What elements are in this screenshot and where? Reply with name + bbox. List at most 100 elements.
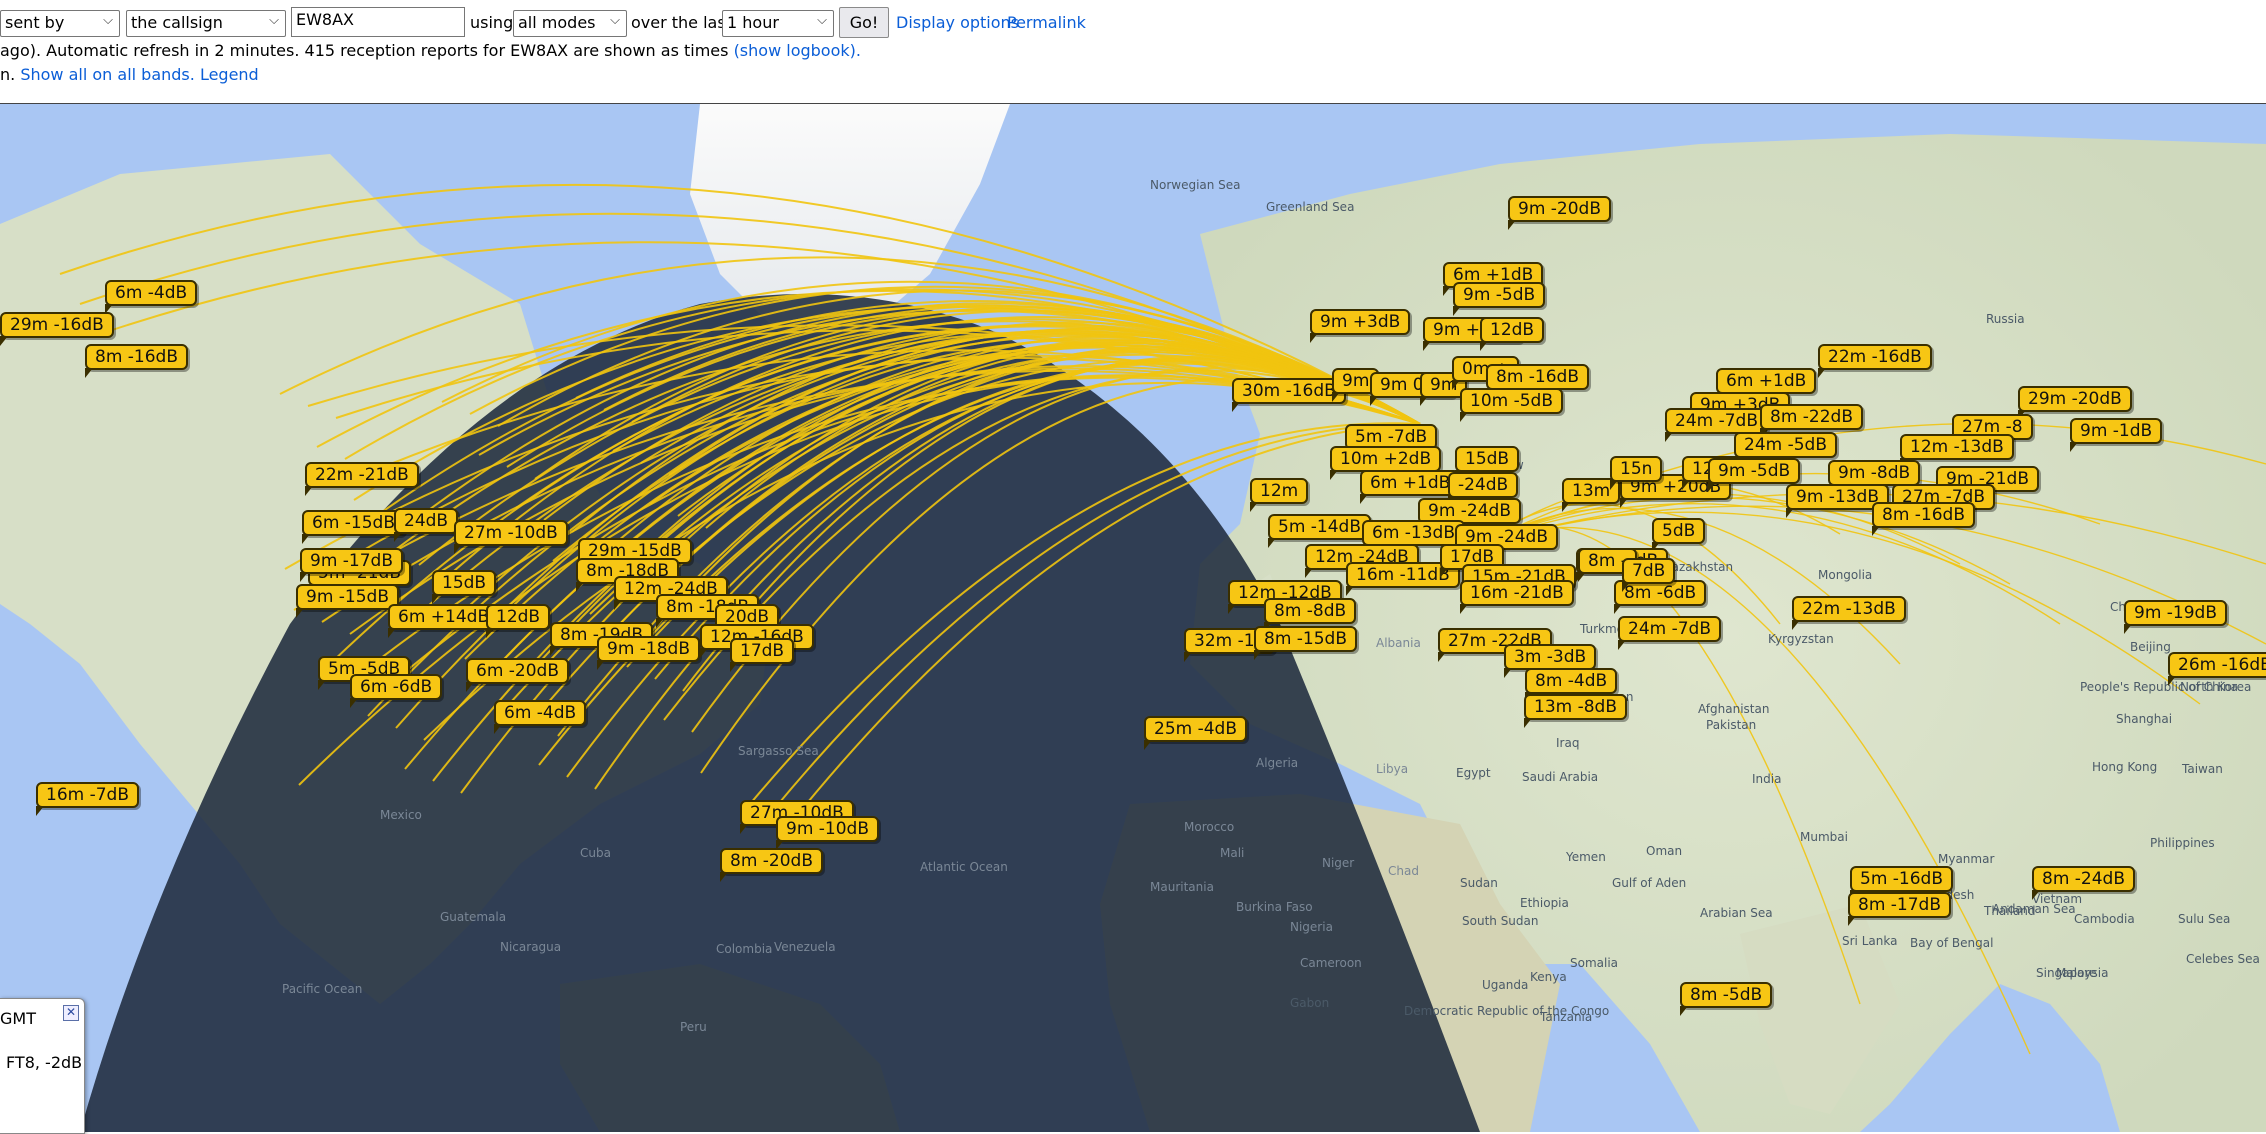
chevron-down-icon: ⌵: [817, 13, 827, 28]
permalink-link[interactable]: Permalink: [1007, 13, 1086, 32]
report-marker[interactable]: 6m +1dB: [1360, 470, 1461, 504]
report-marker[interactable]: 5dB: [1652, 518, 1706, 552]
show-logbook-link[interactable]: (show logbook).: [734, 41, 861, 60]
report-marker[interactable]: 27m -10dB: [454, 520, 568, 554]
report-marker[interactable]: 8m -20dB: [720, 848, 823, 882]
report-marker[interactable]: 9m -5dB: [1453, 282, 1546, 316]
callsign-input[interactable]: EW8AX: [291, 7, 465, 37]
report-marker[interactable]: 8m -22dB: [1760, 404, 1863, 438]
place-name: Albania: [1376, 636, 1421, 650]
report-marker[interactable]: 26m -16dB: [2168, 652, 2266, 686]
options-prefix: n.: [0, 65, 16, 84]
using-text: using: [470, 13, 514, 32]
place-name: Sri Lanka: [1842, 934, 1898, 948]
report-marker[interactable]: 6m -6dB: [350, 674, 443, 708]
report-marker[interactable]: 12m -13dB: [1900, 434, 2014, 468]
modes-value: all modes: [518, 13, 596, 32]
place-name: Atlantic Ocean: [920, 860, 1008, 874]
report-marker[interactable]: 12dB: [1480, 317, 1545, 351]
report-marker[interactable]: 6m -13dB: [1362, 520, 1465, 554]
place-name: Yemen: [1566, 850, 1606, 864]
report-marker[interactable]: 6m +14dB: [388, 604, 500, 638]
report-marker[interactable]: 24dB: [394, 508, 459, 542]
report-marker[interactable]: 5m -16dB: [1850, 866, 1953, 900]
report-marker[interactable]: 9m -10dB: [776, 816, 879, 850]
report-marker[interactable]: 8m -5dB: [1680, 982, 1773, 1016]
report-marker[interactable]: 9m -8dB: [1828, 460, 1921, 494]
callsign-mode-select[interactable]: the callsign ⌵: [126, 10, 286, 37]
sent-by-select[interactable]: sent by ⌵: [0, 10, 120, 37]
place-name: Oman: [1646, 844, 1683, 858]
report-marker[interactable]: 12m: [1250, 478, 1309, 512]
place-name: Greenland Sea: [1266, 200, 1355, 214]
callsign-mode-value: the callsign: [131, 13, 223, 32]
report-marker[interactable]: 8m -8dB: [1264, 598, 1357, 632]
report-marker[interactable]: 6m -15dB: [302, 510, 405, 544]
report-marker[interactable]: 9m -18dB: [597, 636, 700, 670]
place-name: Myanmar: [1938, 852, 1995, 866]
display-options-link[interactable]: Display options: [896, 13, 1019, 32]
report-marker[interactable]: -24dB: [1448, 472, 1519, 506]
report-marker[interactable]: 24m -7dB: [1618, 616, 1721, 650]
go-button[interactable]: Go!: [839, 7, 889, 38]
report-marker[interactable]: 3m -3dB: [1504, 644, 1597, 678]
place-name: Afghanistan: [1698, 702, 1770, 716]
report-marker[interactable]: 9m -17dB: [300, 548, 403, 582]
report-marker[interactable]: 9m -19dB: [2124, 600, 2227, 634]
report-marker[interactable]: 8m -16dB: [1486, 364, 1589, 398]
report-marker[interactable]: 22m -13dB: [1792, 596, 1906, 630]
report-marker[interactable]: 8m -15dB: [1254, 626, 1357, 660]
report-marker[interactable]: 10m +2dB: [1330, 446, 1442, 480]
report-marker[interactable]: 8m -16dB: [1872, 502, 1975, 536]
report-marker[interactable]: 6m -4dB: [494, 700, 587, 734]
place-name: South Sudan: [1462, 914, 1539, 928]
report-marker[interactable]: 16m -7dB: [36, 782, 139, 816]
modes-select[interactable]: all modes ⌵: [513, 10, 627, 37]
report-marker[interactable]: 15dB: [1455, 446, 1520, 480]
info-window: ✕ GMT FT8, -2dB: [0, 998, 85, 1134]
report-marker[interactable]: 10m -5dB: [1460, 388, 1563, 422]
report-marker[interactable]: 9m +3dB: [1310, 309, 1411, 343]
place-name: Pakistan: [1706, 718, 1757, 732]
report-marker[interactable]: 15n: [1610, 456, 1663, 490]
report-marker[interactable]: 9m -15dB: [296, 584, 399, 618]
report-marker[interactable]: 17dB: [730, 638, 795, 672]
report-marker[interactable]: 24m -5dB: [1734, 432, 1837, 466]
report-marker[interactable]: 12dB: [486, 604, 551, 638]
report-marker[interactable]: 15dB: [432, 570, 497, 604]
place-name: Russia: [1986, 312, 2025, 326]
report-marker[interactable]: 5m -14dB: [1268, 514, 1371, 548]
report-marker[interactable]: 13m -8dB: [1524, 694, 1627, 728]
report-marker[interactable]: 9m -20dB: [1508, 196, 1611, 230]
place-name: Singapore: [2036, 966, 2097, 980]
place-name: Philippines: [2150, 836, 2215, 850]
report-marker[interactable]: 9m -1dB: [2070, 418, 2163, 452]
report-marker[interactable]: 9m -5dB: [1708, 458, 1801, 492]
close-icon[interactable]: ✕: [63, 1005, 79, 1021]
report-marker[interactable]: 6m +1dB: [1716, 368, 1817, 402]
reception-map[interactable]: RussiaKazakhstanMongoliaChinaPeople's Re…: [0, 104, 2266, 1132]
report-marker[interactable]: 29m -16dB: [0, 312, 114, 346]
report-marker[interactable]: 6m -4dB: [105, 280, 198, 314]
report-marker[interactable]: 8m -24dB: [2032, 866, 2135, 900]
period-select[interactable]: 1 hour ⌵: [722, 10, 834, 37]
report-marker[interactable]: 6m -20dB: [466, 658, 569, 692]
report-marker[interactable]: 16m -21dB: [1460, 580, 1574, 614]
report-marker[interactable]: 22m -21dB: [305, 462, 419, 496]
report-marker[interactable]: 24m -7dB: [1665, 408, 1768, 442]
report-marker[interactable]: 25m -4dB: [1144, 716, 1247, 750]
place-name: Libya: [1376, 762, 1409, 776]
report-marker[interactable]: 30m -16dB: [1232, 378, 1346, 412]
report-marker[interactable]: 29m -20dB: [2018, 386, 2132, 420]
report-marker[interactable]: 8m -17dB: [1848, 892, 1951, 926]
place-name: Taiwan: [2182, 762, 2223, 776]
place-name: Sargasso Sea: [738, 744, 819, 758]
legend-link[interactable]: Legend: [200, 65, 259, 84]
show-all-link[interactable]: Show all on all bands.: [20, 65, 195, 84]
report-marker[interactable]: 8m -4dB: [1525, 668, 1618, 702]
place-name: Algeria: [1256, 756, 1299, 770]
report-marker[interactable]: 8m -16dB: [85, 344, 188, 378]
report-marker[interactable]: 22m -16dB: [1818, 344, 1932, 378]
place-name: Gabon: [1290, 996, 1330, 1010]
report-marker[interactable]: 7dB: [1622, 558, 1676, 592]
